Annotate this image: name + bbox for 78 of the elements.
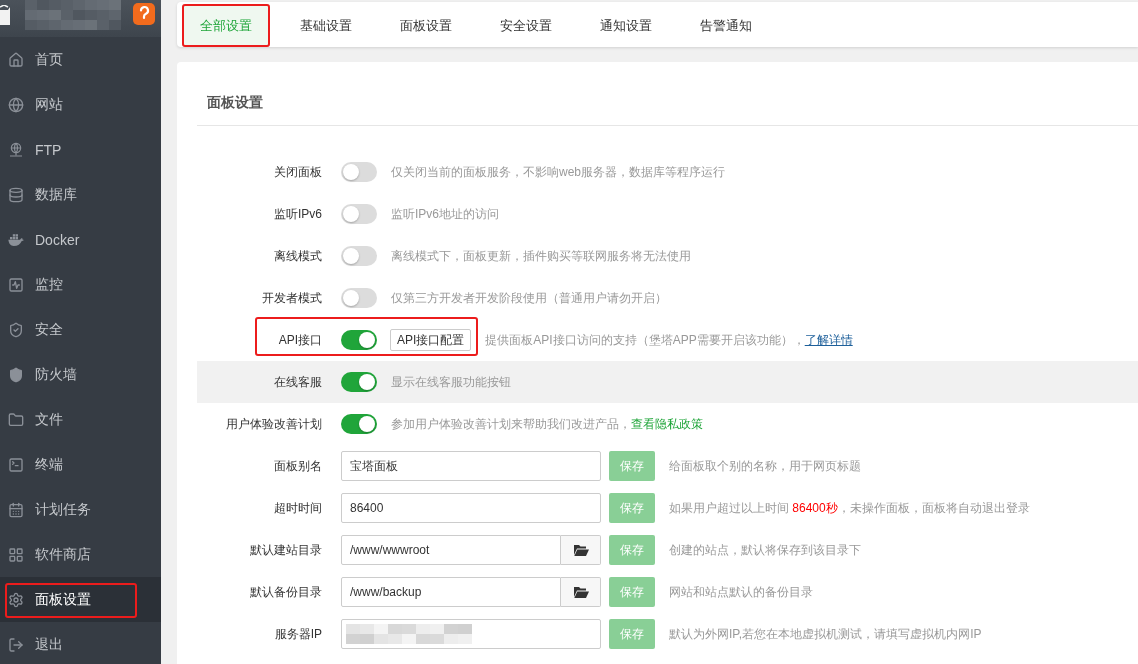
setting-description: 离线模式下，面板更新，插件购买等联网服务将无法使用: [391, 247, 691, 265]
sidebar-item[interactable]: 首页: [0, 37, 161, 82]
section-title: 面板设置: [207, 93, 263, 112]
house-icon: [8, 51, 24, 68]
sidebar-item[interactable]: 终端: [0, 442, 161, 487]
sidebar-item[interactable]: 数据库: [0, 172, 161, 217]
activity-chart-icon: [8, 276, 24, 293]
toggle-switch[interactable]: [341, 204, 377, 224]
setting-label: 用户体验改善计划: [226, 415, 322, 433]
sidebar-item[interactable]: 防火墙: [0, 352, 161, 397]
setting-description: 仅关闭当前的面板服务，不影响web服务器，数据库等程序运行: [391, 163, 725, 181]
setting-description: 如果用户超过以上时间 86400秒，未操作面板，面板将自动退出登录: [669, 499, 1030, 517]
ip-field[interactable]: [341, 619, 601, 649]
calendar-icon: [8, 501, 24, 518]
text-input[interactable]: 86400: [341, 493, 601, 523]
sidebar-item[interactable]: Docker: [0, 217, 161, 262]
setting-description: 给面板取个别的名称，用于网页标题: [669, 457, 861, 475]
setting-label: 超时时间: [274, 499, 322, 517]
config-button[interactable]: API接口配置: [390, 329, 472, 351]
setting-label: 监听IPv6: [274, 205, 322, 223]
database-icon: [8, 186, 24, 203]
folder-icon: [572, 543, 589, 557]
toggle-switch[interactable]: [341, 330, 377, 350]
sidebar-item[interactable]: 面板设置: [0, 577, 161, 622]
setting-label: 默认备份目录: [250, 583, 322, 601]
sidebar-item[interactable]: 退出: [0, 622, 161, 664]
toggle-switch[interactable]: [341, 162, 377, 182]
sidebar-item[interactable]: 安全: [0, 307, 161, 352]
sidebar-item[interactable]: 文件: [0, 397, 161, 442]
setting-label: 关闭面板: [274, 163, 322, 181]
setting-label: 开发者模式: [262, 289, 322, 307]
sidebar-item[interactable]: 监控: [0, 262, 161, 307]
setting-label: 服务器IP: [274, 625, 322, 643]
setting-description: 网站和站点默认的备份目录: [669, 583, 813, 601]
browse-folder-button[interactable]: [561, 535, 601, 565]
sidebar-item[interactable]: FTP: [0, 127, 161, 172]
whale-icon: [8, 231, 24, 248]
setting-label: 在线客服: [274, 373, 322, 391]
setting-label: API接口: [278, 331, 322, 349]
path-input[interactable]: /www/backup: [341, 577, 561, 607]
setting-description: 仅第三方开发者开发阶段使用（普通用户请勿开启）: [391, 289, 667, 307]
sidebar-item[interactable]: 网站: [0, 82, 161, 127]
settings-icon: [8, 591, 24, 608]
toggle-switch[interactable]: [341, 246, 377, 266]
globe-icon: [8, 96, 24, 113]
settings-tab[interactable]: 通知设置: [582, 4, 670, 47]
setting-description: 默认为外网IP,若您在本地虚拟机测试，请填写虚拟机内网IP: [669, 625, 982, 643]
shield-check-icon: [8, 321, 24, 338]
toggle-switch[interactable]: [341, 288, 377, 308]
globe-stand-icon: [8, 141, 24, 158]
setting-description: 监听IPv6地址的访问: [391, 205, 499, 223]
shield-icon: [8, 366, 24, 383]
setting-description: 创建的站点，默认将保存到该目录下: [669, 541, 861, 559]
learn-more-link[interactable]: 了解详情: [804, 331, 853, 349]
setting-description: 参加用户体验改善计划来帮助我们改进产品，: [391, 415, 631, 433]
path-input[interactable]: /www/wwwroot: [341, 535, 561, 565]
logo-icon: [0, 5, 10, 27]
grid-icon: [8, 546, 24, 563]
text-input[interactable]: 宝塔面板: [341, 451, 601, 481]
badge-icon: [133, 3, 155, 25]
setting-description: 显示在线客服功能按钮: [391, 373, 511, 391]
settings-tab[interactable]: 基础设置: [282, 4, 370, 47]
settings-tab[interactable]: 告警通知: [682, 4, 770, 47]
setting-label: 面板别名: [274, 457, 322, 475]
setting-description: 提供面板API接口访问的支持（堡塔APP需要开启该功能），: [485, 331, 805, 349]
terminal-icon: [8, 456, 24, 473]
toggle-switch[interactable]: [341, 372, 377, 392]
toggle-switch[interactable]: [341, 414, 377, 434]
sidebar-item[interactable]: 计划任务: [0, 487, 161, 532]
settings-tab[interactable]: 安全设置: [482, 4, 570, 47]
setting-label: 离线模式: [274, 247, 322, 265]
settings-tab[interactable]: 面板设置: [382, 4, 470, 47]
folder-icon: [572, 585, 589, 599]
logout-icon: [8, 636, 24, 653]
folder-icon: [8, 411, 24, 428]
sidebar-item[interactable]: 软件商店: [0, 532, 161, 577]
browse-folder-button[interactable]: [561, 577, 601, 607]
setting-label: 默认建站目录: [250, 541, 322, 559]
